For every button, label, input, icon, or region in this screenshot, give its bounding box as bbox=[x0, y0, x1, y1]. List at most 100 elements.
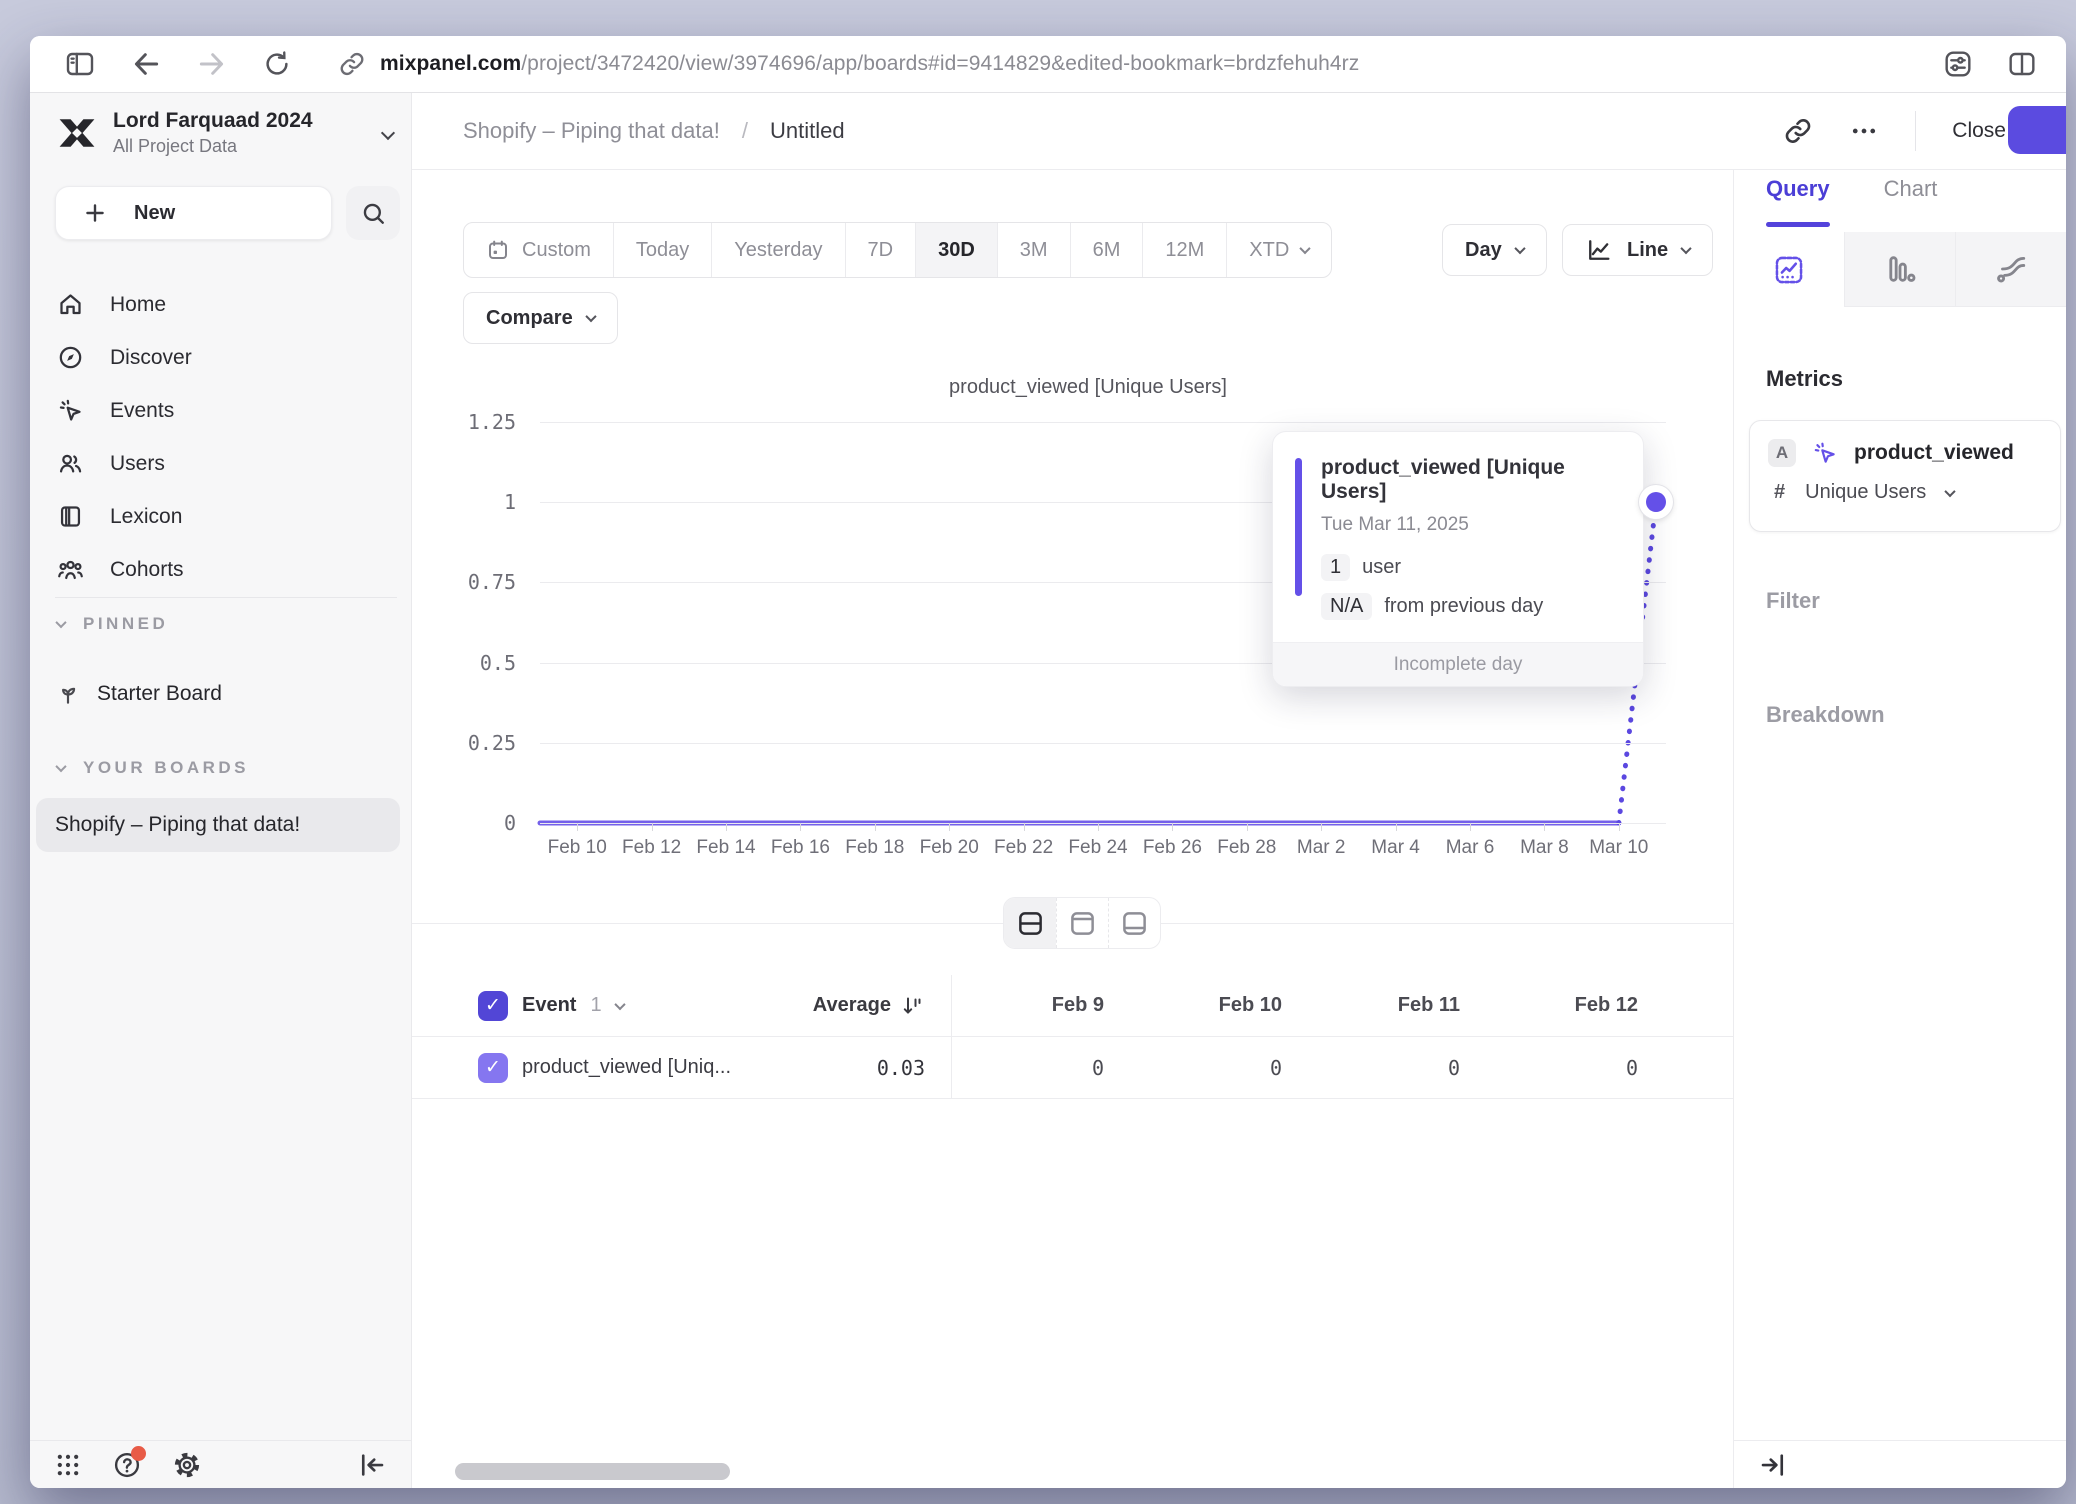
more-options-icon[interactable] bbox=[1849, 116, 1879, 146]
breadcrumb-page[interactable]: Untitled bbox=[770, 118, 845, 144]
metric-event-name[interactable]: product_viewed bbox=[1854, 441, 2014, 465]
chevron-down-icon bbox=[55, 617, 66, 628]
layout-chart-view-button[interactable] bbox=[1056, 898, 1108, 948]
range-6m[interactable]: 6M bbox=[1070, 223, 1143, 277]
project-switcher[interactable]: Lord Farquaad 2024 All Project Data bbox=[55, 100, 393, 166]
sidebar-item-label: Users bbox=[110, 452, 165, 476]
metric-aggregation-dropdown[interactable]: # Unique Users bbox=[1750, 467, 2060, 504]
save-button[interactable] bbox=[2008, 106, 2066, 154]
table-row[interactable]: ✓ product_viewed [Uniq... 0.03 0 0 0 0 bbox=[412, 1037, 1733, 1099]
header-divider bbox=[1915, 111, 1916, 151]
forward-button-icon[interactable] bbox=[196, 48, 228, 80]
settings-gear-icon[interactable] bbox=[172, 1450, 202, 1480]
tooltip-date: Tue Mar 11, 2025 bbox=[1321, 514, 1619, 536]
range-custom[interactable]: Custom bbox=[464, 223, 613, 277]
granularity-dropdown[interactable]: Day bbox=[1442, 224, 1547, 276]
date-range-control: Custom Today Yesterday 7D 30D 3M 6M 12M … bbox=[463, 222, 1332, 278]
range-yesterday[interactable]: Yesterday bbox=[711, 223, 844, 277]
reload-icon[interactable] bbox=[262, 49, 292, 79]
compare-label: Compare bbox=[486, 307, 573, 330]
layout-table-view-button[interactable] bbox=[1108, 898, 1160, 948]
chevron-down-icon[interactable] bbox=[614, 998, 625, 1009]
funnels-report-tab[interactable] bbox=[1844, 232, 1955, 307]
pinned-board-starter[interactable]: Starter Board bbox=[55, 676, 222, 712]
event-column-header: Event bbox=[522, 994, 576, 1017]
tooltip-value-unit: user bbox=[1362, 556, 1401, 579]
horizontal-scrollbar[interactable] bbox=[455, 1463, 730, 1480]
range-label: 30D bbox=[938, 239, 975, 262]
sidebar-item-events[interactable]: Events bbox=[30, 384, 411, 437]
back-button-icon[interactable] bbox=[130, 48, 162, 80]
range-3m[interactable]: 3M bbox=[997, 223, 1070, 277]
address-bar[interactable]: mixpanel.com/project/3472420/view/397469… bbox=[380, 52, 1359, 76]
chevron-down-icon bbox=[55, 761, 66, 772]
breakdown-section-label: Breakdown bbox=[1766, 702, 1885, 728]
granularity-label: Day bbox=[1465, 239, 1502, 262]
sort-icon bbox=[901, 994, 925, 1018]
insights-report-tab[interactable] bbox=[1734, 232, 1844, 307]
collapse-sidebar-icon[interactable] bbox=[357, 1450, 387, 1480]
close-button[interactable]: Close bbox=[1952, 119, 2006, 143]
sidebar-divider bbox=[55, 597, 397, 598]
search-button[interactable] bbox=[346, 186, 400, 240]
range-12m[interactable]: 12M bbox=[1142, 223, 1226, 277]
sidebar-item-cohorts[interactable]: Cohorts bbox=[30, 543, 411, 596]
sidebar-item-lexicon[interactable]: Lexicon bbox=[30, 490, 411, 543]
metric-card[interactable]: A product_viewed # Unique Users bbox=[1749, 420, 2061, 532]
breadcrumb-board[interactable]: Shopify – Piping that data! bbox=[463, 118, 720, 144]
chevron-down-icon bbox=[1680, 243, 1691, 254]
browser-sidebar-toggle-icon[interactable] bbox=[64, 48, 96, 80]
apps-grid-icon[interactable] bbox=[54, 1451, 82, 1479]
sidebar-item-users[interactable]: Users bbox=[30, 437, 411, 490]
pinned-section-header[interactable]: PINNED bbox=[57, 614, 168, 634]
mixpanel-logo-icon bbox=[55, 111, 99, 155]
sidebar-item-label: Home bbox=[110, 293, 166, 317]
y-axis-tick-label: 1.25 bbox=[468, 410, 516, 434]
tooltip-delta: N/A bbox=[1321, 593, 1372, 620]
compare-dropdown[interactable]: Compare bbox=[463, 292, 618, 344]
project-subtitle: All Project Data bbox=[113, 136, 383, 157]
copy-link-icon[interactable] bbox=[1783, 116, 1813, 146]
split-view-icon[interactable] bbox=[2006, 48, 2038, 80]
y-axis-tick-label: 0.75 bbox=[468, 570, 516, 594]
help-icon[interactable] bbox=[112, 1450, 142, 1480]
flows-report-tab[interactable] bbox=[1955, 232, 2066, 307]
url-path: /project/3472420/view/3974696/app/boards… bbox=[521, 52, 1359, 75]
x-axis-tick bbox=[1098, 823, 1099, 831]
row-value: 0 bbox=[1130, 1037, 1308, 1098]
layout-split-view-button[interactable] bbox=[1004, 898, 1056, 948]
browser-settings-icon[interactable] bbox=[1942, 48, 1974, 80]
aggregation-label: Unique Users bbox=[1805, 481, 1926, 504]
row-checkbox[interactable]: ✓ bbox=[478, 1053, 508, 1083]
search-icon bbox=[360, 200, 387, 227]
board-label: Shopify – Piping that data! bbox=[55, 813, 300, 837]
tab-query[interactable]: Query bbox=[1766, 176, 1830, 202]
range-7d[interactable]: 7D bbox=[845, 223, 916, 277]
report-type-tabs bbox=[1734, 232, 2066, 307]
board-item-selected[interactable]: Shopify – Piping that data! bbox=[36, 798, 400, 852]
select-all-checkbox[interactable]: ✓ bbox=[478, 991, 508, 1021]
range-today[interactable]: Today bbox=[613, 223, 711, 277]
range-30d[interactable]: 30D bbox=[915, 223, 997, 277]
chevron-down-icon bbox=[1514, 243, 1525, 254]
link-icon[interactable] bbox=[338, 50, 366, 78]
x-axis-tick bbox=[652, 823, 653, 831]
range-xtd[interactable]: XTD bbox=[1226, 223, 1331, 277]
sidebar-item-home[interactable]: Home bbox=[30, 278, 411, 331]
filter-section-label: Filter bbox=[1766, 588, 1820, 614]
panel-footer bbox=[1734, 1440, 2066, 1488]
tooltip-title: product_viewed [Unique Users] bbox=[1321, 456, 1619, 504]
your-boards-section-header[interactable]: YOUR BOARDS bbox=[57, 758, 249, 778]
chart-data-point[interactable] bbox=[1639, 485, 1673, 519]
compass-icon bbox=[57, 344, 84, 371]
sidebar-item-discover[interactable]: Discover bbox=[30, 331, 411, 384]
average-column-header[interactable]: Average bbox=[813, 994, 925, 1018]
expand-panel-icon[interactable] bbox=[1758, 1450, 1788, 1480]
users-icon bbox=[57, 450, 84, 477]
y-axis-labels: 1.2510.750.50.250 bbox=[416, 422, 516, 823]
chart-type-dropdown[interactable]: Line bbox=[1562, 224, 1713, 276]
range-label: Yesterday bbox=[734, 239, 822, 262]
tab-chart[interactable]: Chart bbox=[1884, 176, 1938, 202]
date-column-header: Feb 10 bbox=[1130, 975, 1308, 1036]
new-button[interactable]: New bbox=[55, 186, 332, 240]
